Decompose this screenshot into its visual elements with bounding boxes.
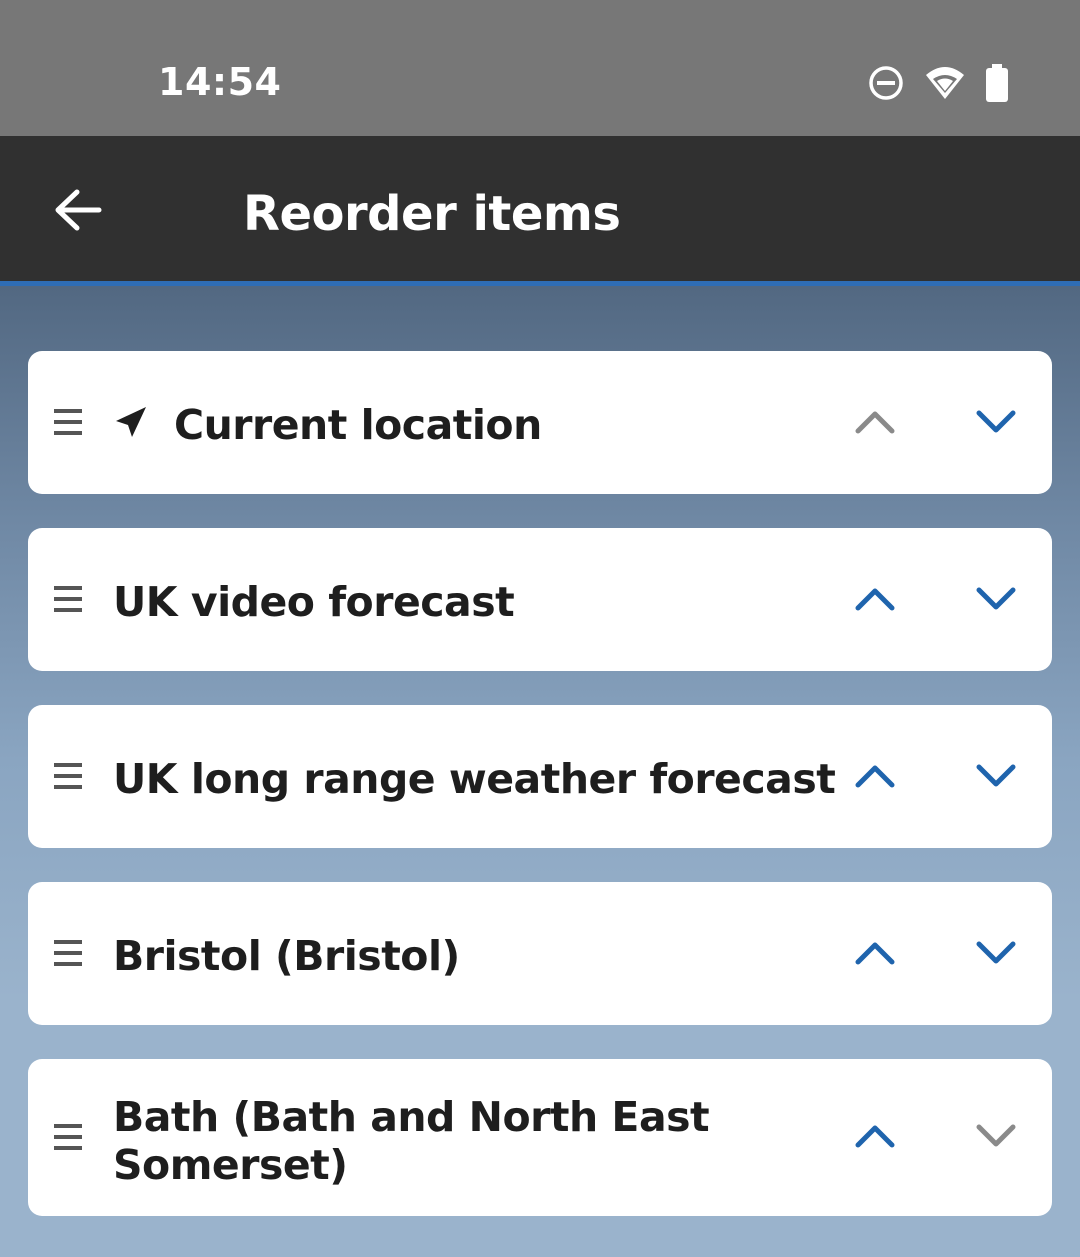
move-up-button[interactable] <box>845 392 905 452</box>
chevron-down-icon <box>976 764 1016 787</box>
move-up-button[interactable] <box>845 746 905 806</box>
item-label: Bristol (Bristol) <box>113 932 460 980</box>
back-button[interactable] <box>38 170 118 250</box>
drag-handle-icon[interactable] <box>54 409 86 439</box>
chevron-up-icon <box>855 411 895 434</box>
list-item-bath: Bath (Bath and North East Somerset) <box>28 1059 1052 1216</box>
drag-handle-icon[interactable] <box>54 763 86 793</box>
navigation-arrow-icon <box>116 407 146 437</box>
wifi-icon <box>926 67 964 99</box>
item-label: Bath (Bath and North East Somerset) <box>113 1093 710 1189</box>
chevron-up-icon <box>855 1125 895 1148</box>
chevron-down-icon <box>976 410 1016 433</box>
move-down-button[interactable] <box>966 392 1026 452</box>
list-item-current-location: Current location <box>28 351 1052 494</box>
chevron-up-icon <box>855 765 895 788</box>
move-up-button[interactable] <box>845 569 905 629</box>
move-up-button[interactable] <box>845 923 905 983</box>
chevron-up-icon <box>855 942 895 965</box>
move-down-button[interactable] <box>966 569 1026 629</box>
app-bar: Reorder items <box>0 136 1080 286</box>
item-label: Current location <box>174 401 542 449</box>
drag-handle-icon[interactable] <box>54 940 86 970</box>
battery-icon <box>986 64 1008 102</box>
chevron-down-icon <box>976 1124 1016 1147</box>
status-bar: 14:54 <box>0 0 1080 136</box>
status-icons <box>866 60 1010 106</box>
status-time: 14:54 <box>158 60 282 104</box>
move-down-button[interactable] <box>966 923 1026 983</box>
arrow-left-icon <box>55 189 102 231</box>
move-down-button[interactable] <box>966 1106 1026 1166</box>
do-not-disturb-icon <box>869 66 903 100</box>
drag-handle-icon[interactable] <box>54 1124 86 1154</box>
chevron-up-icon <box>855 588 895 611</box>
chevron-down-icon <box>976 587 1016 610</box>
page-title: Reorder items <box>243 186 621 242</box>
drag-handle-icon[interactable] <box>54 586 86 616</box>
chevron-down-icon <box>976 941 1016 964</box>
list-item-uk-long-range-forecast: UK long range weather forecast <box>28 705 1052 848</box>
move-up-button[interactable] <box>845 1106 905 1166</box>
item-label: UK video forecast <box>113 578 515 626</box>
move-down-button[interactable] <box>966 746 1026 806</box>
list-item-uk-video-forecast: UK video forecast <box>28 528 1052 671</box>
list-item-bristol: Bristol (Bristol) <box>28 882 1052 1025</box>
item-label: UK long range weather forecast <box>113 755 836 803</box>
